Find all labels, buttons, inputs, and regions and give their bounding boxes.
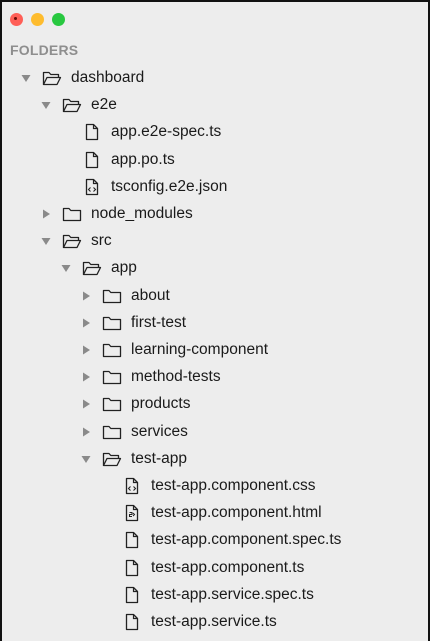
tree-item-label: method-tests: [131, 368, 221, 386]
disclosure-triangle-right-icon[interactable]: [80, 371, 92, 383]
folder-row-dashboard[interactable]: dashboard: [2, 65, 428, 92]
tree-item-label: app.po.ts: [111, 150, 175, 168]
tree-item-label: e2e: [91, 96, 117, 114]
disclosure-triangle-down-icon[interactable]: [80, 453, 92, 465]
tree-item-label: test-app: [131, 449, 188, 467]
file-row-tsconfig-e2e-json[interactable]: tsconfig.e2e.json: [2, 174, 428, 201]
file-row-test-app-component-html[interactable]: test-app.component.html: [2, 500, 428, 527]
tree-item-label: first-test: [131, 313, 187, 331]
disclosure-triangle-right-icon[interactable]: [80, 344, 92, 356]
title-bar: [2, 2, 428, 36]
disclosure-triangle-down-icon[interactable]: [20, 72, 32, 84]
file-icon: [82, 151, 102, 169]
file-icon: [122, 613, 142, 631]
tree-item-label: test-app.service.ts: [151, 613, 277, 630]
folder-icon: [102, 423, 122, 441]
folder-icon: [102, 368, 122, 386]
folder-open-icon: [102, 450, 122, 468]
folder-row-test-app[interactable]: test-app: [2, 446, 428, 473]
disclosure-triangle-right-icon[interactable]: [80, 317, 92, 329]
file-icon: [122, 559, 142, 577]
folder-icon: [102, 341, 122, 359]
folder-row-app[interactable]: app: [2, 255, 428, 282]
tree-item-label: learning-component: [131, 341, 269, 358]
folder-row-e2e[interactable]: e2e: [2, 92, 428, 119]
folder-row-about[interactable]: about: [2, 283, 428, 310]
tree-item-label: services: [131, 422, 188, 440]
folder-icon: [102, 314, 122, 332]
tree-item-label: src: [91, 232, 112, 250]
file-icon: [82, 123, 102, 141]
folder-row-first-test[interactable]: first-test: [2, 310, 428, 337]
folders-header: FOLDERS: [10, 42, 79, 58]
tree-item-label: app.e2e-spec.ts: [111, 123, 222, 141]
folder-row-products[interactable]: products: [2, 391, 428, 418]
tree-item-label: test-app.component.html: [151, 504, 322, 522]
tree-item-label: tsconfig.e2e.json: [111, 177, 228, 195]
disclosure-triangle-down-icon[interactable]: [60, 262, 72, 274]
disclosure-triangle-right-icon[interactable]: [80, 290, 92, 302]
file-row-test-app-service-ts[interactable]: test-app.service.ts: [2, 609, 428, 636]
code-file-icon: [122, 477, 142, 495]
folder-icon: [102, 395, 122, 413]
file-row-test-app-component-spec-ts[interactable]: test-app.component.spec.ts: [2, 527, 428, 554]
disclosure-triangle-right-icon[interactable]: [80, 398, 92, 410]
disclosure-triangle-right-icon[interactable]: [80, 426, 92, 438]
folder-row-learning-component[interactable]: learning-component: [2, 337, 428, 364]
folder-row-src[interactable]: src: [2, 228, 428, 255]
tree-item-label: test-app.component.ts: [151, 558, 305, 576]
file-icon: [122, 531, 142, 549]
tree-item-label: app: [111, 259, 137, 277]
disclosure-triangle-down-icon[interactable]: [40, 99, 52, 111]
tree-item-label: test-app.component.css: [151, 477, 316, 494]
folder-open-icon: [62, 232, 82, 250]
folder-row-services[interactable]: services: [2, 419, 428, 446]
folder-open-icon: [82, 259, 102, 277]
minimize-button[interactable]: [31, 13, 44, 26]
folder-row-node-modules[interactable]: node_modules: [2, 201, 428, 228]
file-icon: [122, 586, 142, 604]
folder-row-method-tests[interactable]: method-tests: [2, 364, 428, 391]
file-row-app-po-ts[interactable]: app.po.ts: [2, 147, 428, 174]
markup-file-icon: [122, 504, 142, 522]
folder-open-icon: [62, 96, 82, 114]
folder-icon: [62, 205, 82, 223]
maximize-button[interactable]: [52, 13, 65, 26]
file-row-test-app-component-css[interactable]: test-app.component.css: [2, 473, 428, 500]
folder-icon: [102, 287, 122, 305]
disclosure-triangle-right-icon[interactable]: [40, 208, 52, 220]
tree-item-label: node_modules: [91, 205, 193, 222]
tree-item-label: products: [131, 395, 191, 413]
disclosure-triangle-down-icon[interactable]: [40, 235, 52, 247]
tree-item-label: dashboard: [71, 69, 145, 86]
sidebar-window: FOLDERS dashboard e2e app.e2e-spec.ts app.p…: [0, 0, 430, 641]
tree-item-label: test-app.service.spec.ts: [151, 585, 314, 603]
file-row-test-app-component-ts[interactable]: test-app.component.ts: [2, 555, 428, 582]
close-button[interactable]: [10, 13, 23, 26]
code-file-icon: [82, 178, 102, 196]
file-row-app-e2e-spec-ts[interactable]: app.e2e-spec.ts: [2, 119, 428, 146]
folder-open-icon: [42, 69, 62, 87]
file-row-test-app-service-spec-ts[interactable]: test-app.service.spec.ts: [2, 582, 428, 609]
tree-item-label: test-app.component.spec.ts: [151, 531, 342, 549]
tree-item-label: about: [131, 286, 170, 304]
